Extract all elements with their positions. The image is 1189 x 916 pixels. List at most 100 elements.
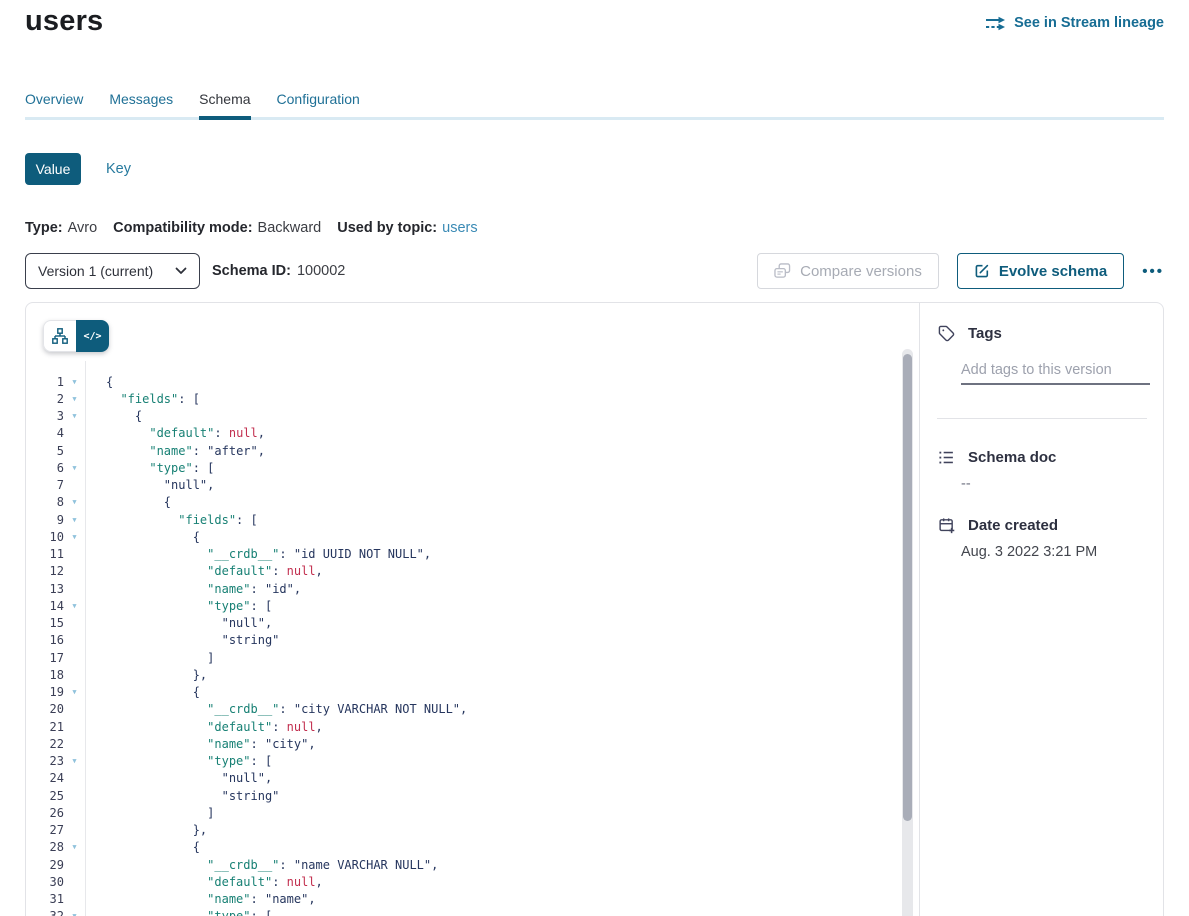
code-view-button[interactable]: </> (76, 320, 109, 352)
line-number: 26 (26, 806, 64, 820)
schema-doc-value: -- (961, 476, 971, 492)
schema-id: Schema ID: 100002 (212, 253, 345, 289)
sidebar-divider (937, 418, 1147, 419)
code-text: "type": [ (85, 599, 272, 613)
line-number: 2 (26, 392, 64, 406)
line-number: 14 (26, 599, 64, 613)
code-line: 31 "name": "name", (26, 891, 896, 908)
fold-toggle-icon[interactable]: ▼ (64, 757, 85, 765)
code-line: 15 "null", (26, 615, 896, 632)
fold-toggle-icon[interactable]: ▼ (64, 378, 85, 386)
code-text: }, (85, 823, 207, 837)
code-line: 20 "__crdb__": "city VARCHAR NOT NULL", (26, 701, 896, 718)
schema-sidebar: Tags Add tags to this version Schema d (920, 303, 1163, 916)
fold-toggle-icon[interactable]: ▼ (64, 498, 85, 506)
topic-link[interactable]: users (442, 220, 477, 236)
line-number: 27 (26, 823, 64, 837)
tab-schema[interactable]: Schema (199, 91, 250, 117)
code-text: "type": [ (85, 909, 272, 916)
line-number: 19 (26, 685, 64, 699)
code-view-icon: </> (83, 331, 101, 342)
vertical-scrollbar-thumb[interactable] (903, 354, 912, 821)
line-number: 29 (26, 858, 64, 872)
code-line: 6▼ "type": [ (26, 459, 896, 476)
line-number: 8 (26, 495, 64, 509)
meta-compatibility-label: Compatibility mode: (113, 220, 252, 236)
code-line: 21 "default": null, (26, 718, 896, 735)
line-number: 7 (26, 478, 64, 492)
code-text: { (85, 840, 200, 854)
fold-toggle-icon[interactable]: ▼ (64, 843, 85, 851)
code-text: "default": null, (85, 875, 323, 889)
fold-toggle-icon[interactable]: ▼ (64, 912, 85, 916)
tab-messages[interactable]: Messages (109, 91, 173, 117)
fold-toggle-icon[interactable]: ▼ (64, 395, 85, 403)
more-options-button[interactable]: ••• (1142, 263, 1164, 280)
fold-toggle-icon[interactable]: ▼ (64, 412, 85, 420)
see-in-stream-lineage-link[interactable]: See in Stream lineage (986, 15, 1164, 31)
code-line: 8▼ { (26, 494, 896, 511)
line-number: 3 (26, 409, 64, 423)
code-line: 24 "null", (26, 770, 896, 787)
code-text: "string" (85, 789, 279, 803)
code-text: "__crdb__": "city VARCHAR NOT NULL", (85, 702, 467, 716)
code-text: "fields": [ (85, 392, 200, 406)
code-line: 2▼ "fields": [ (26, 390, 896, 407)
code-line: 22 "name": "city", (26, 735, 896, 752)
compare-versions-button[interactable]: Compare versions (757, 253, 939, 289)
code-line: 18 }, (26, 666, 896, 683)
code-text: { (85, 685, 200, 699)
line-number: 30 (26, 875, 64, 889)
code-text: "null", (85, 478, 214, 492)
code-text: "__crdb__": "id UUID NOT NULL", (85, 547, 431, 561)
meta-topic-label: Used by topic: (337, 220, 437, 236)
code-text: ] (85, 806, 214, 820)
evolve-schema-button[interactable]: Evolve schema (957, 253, 1124, 289)
code-line: 12 "default": null, (26, 563, 896, 580)
editor-view-toggle: </> (43, 320, 109, 352)
line-number: 23 (26, 754, 64, 768)
date-created-section-header: Date created (938, 517, 1058, 534)
line-number: 18 (26, 668, 64, 682)
code-line: 29 "__crdb__": "name VARCHAR NULL", (26, 856, 896, 873)
version-select[interactable]: Version 1 (current) (25, 253, 200, 289)
key-toggle-button[interactable]: Key (106, 161, 131, 177)
line-number: 10 (26, 530, 64, 544)
code-text: { (85, 530, 200, 544)
add-tags-input[interactable]: Add tags to this version (961, 362, 1112, 378)
code-line: 5 "name": "after", (26, 442, 896, 459)
tree-view-button[interactable] (43, 320, 76, 352)
code-text: "fields": [ (85, 513, 258, 527)
tab-configuration[interactable]: Configuration (277, 91, 360, 117)
code-text: "name": "after", (85, 444, 265, 458)
lineage-link-label: See in Stream lineage (1014, 15, 1164, 31)
meta-compatibility-value: Backward (258, 220, 322, 236)
tags-title: Tags (968, 325, 1002, 342)
tags-section-header: Tags (938, 325, 1002, 342)
code-line: 28▼ { (26, 839, 896, 856)
schema-page: users See in Stream lineage Overview Mes… (0, 0, 1189, 916)
value-toggle-button[interactable]: Value (25, 153, 81, 185)
line-number: 13 (26, 582, 64, 596)
code-text: "__crdb__": "name VARCHAR NULL", (85, 858, 438, 872)
code-line: 30 "default": null, (26, 873, 896, 890)
line-number: 9 (26, 513, 64, 527)
schema-action-buttons: Compare versions Evolve schema ••• (757, 253, 1164, 289)
compare-versions-icon (774, 263, 791, 279)
line-number: 5 (26, 444, 64, 458)
meta-type-value: Avro (68, 220, 98, 236)
code-text: ] (85, 651, 214, 665)
code-text: "default": null, (85, 720, 323, 734)
fold-toggle-icon[interactable]: ▼ (64, 464, 85, 472)
fold-toggle-icon[interactable]: ▼ (64, 602, 85, 610)
evolve-schema-icon (974, 263, 990, 279)
code-text: { (85, 375, 113, 389)
code-line: 9▼ "fields": [ (26, 511, 896, 528)
code-text: "type": [ (85, 461, 214, 475)
code-text: "type": [ (85, 754, 272, 768)
fold-toggle-icon[interactable]: ▼ (64, 688, 85, 696)
code-text: "string" (85, 633, 279, 647)
fold-toggle-icon[interactable]: ▼ (64, 533, 85, 541)
fold-toggle-icon[interactable]: ▼ (64, 516, 85, 524)
tab-overview[interactable]: Overview (25, 91, 83, 117)
